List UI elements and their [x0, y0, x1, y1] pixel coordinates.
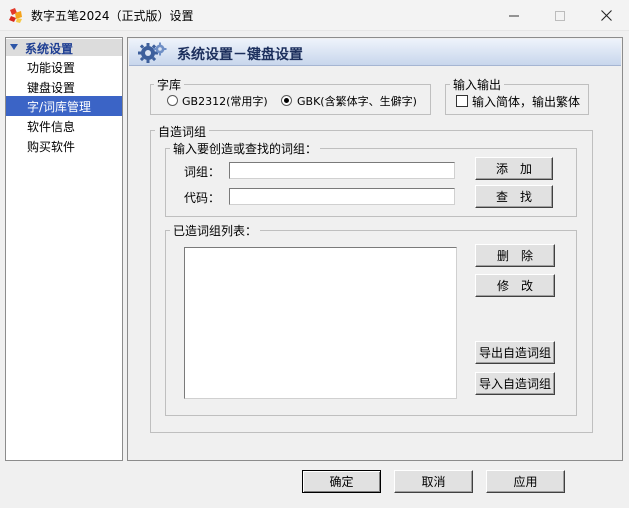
simplified-to-traditional-label[interactable]: 输入简体，输出繁体 — [472, 93, 580, 110]
nav-item-function-settings[interactable]: 功能设置 — [6, 57, 122, 77]
nav-item-label: 功能设置 — [27, 61, 76, 75]
io-group-label: 输入输出 — [450, 76, 505, 93]
close-button[interactable] — [583, 0, 629, 31]
ok-button[interactable]: 确定 — [302, 470, 381, 493]
add-button[interactable]: 添加 — [475, 157, 553, 180]
export-phrases-button[interactable]: 导出自造词组 — [475, 341, 555, 364]
title-bar: 数字五笔2024（正式版）设置 — [0, 0, 629, 31]
radio-gbk-label[interactable]: GBK(含繁体字、生僻字) — [297, 93, 417, 109]
window-title: 数字五笔2024（正式版）设置 — [31, 9, 194, 23]
charset-group-label: 字库 — [154, 76, 185, 93]
nav-item-dictionary-management[interactable]: 字/词库管理 — [6, 96, 122, 116]
import-phrases-button[interactable]: 导入自造词组 — [475, 372, 555, 395]
nav-item-software-info[interactable]: 软件信息 — [6, 116, 122, 136]
radio-gb2312[interactable] — [167, 95, 178, 106]
nav-group-system-settings[interactable]: 系统设置 — [6, 39, 122, 56]
maximize-button[interactable] — [537, 0, 583, 31]
apply-button[interactable]: 应用 — [486, 470, 565, 493]
radio-gb2312-label[interactable]: GB2312(常用字) — [182, 93, 268, 109]
nav-item-label: 字/词库管理 — [27, 100, 92, 114]
code-label: 代码： — [184, 191, 221, 205]
radio-gbk[interactable] — [281, 95, 292, 106]
settings-nav-tree: 系统设置 功能设置 键盘设置 字/词库管理 软件信息 购买软件 — [5, 37, 123, 461]
panel-title: 系统设置－键盘设置 — [177, 47, 303, 63]
create-phrase-group-label: 输入要创造或查找的词组： — [170, 140, 321, 157]
minimize-button[interactable] — [491, 0, 537, 31]
modify-button[interactable]: 修改 — [475, 274, 555, 297]
maximize-icon — [555, 10, 565, 21]
cancel-button[interactable]: 取消 — [394, 470, 473, 493]
minimize-icon — [509, 15, 519, 16]
nav-item-buy-software[interactable]: 购买软件 — [6, 136, 122, 156]
nav-item-label: 键盘设置 — [27, 81, 76, 95]
close-icon — [600, 10, 612, 21]
gears-icon — [138, 42, 167, 63]
phrase-label: 词组： — [184, 165, 221, 179]
app-logo-icon — [9, 8, 22, 23]
custom-phrase-group-label: 自造词组 — [155, 123, 210, 140]
phrase-input[interactable] — [229, 162, 455, 179]
phrase-list-group-label: 已造词组列表： — [170, 222, 261, 239]
settings-panel: 系统设置－键盘设置 字库 GB2312(常用字) GBK(含繁体字、生僻字) 输… — [127, 37, 623, 461]
delete-button[interactable]: 删除 — [475, 244, 555, 267]
panel-header: 系统设置－键盘设置 — [129, 39, 621, 66]
nav-item-label: 软件信息 — [27, 120, 76, 134]
code-input[interactable] — [229, 188, 455, 205]
phrase-list[interactable] — [184, 247, 457, 399]
nav-item-keyboard-settings[interactable]: 键盘设置 — [6, 77, 122, 97]
find-button[interactable]: 查找 — [475, 185, 553, 208]
expand-arrow-icon[interactable] — [10, 44, 18, 50]
nav-group-label: 系统设置 — [25, 42, 74, 56]
nav-item-label: 购买软件 — [27, 140, 76, 154]
simplified-to-traditional-checkbox[interactable] — [456, 95, 468, 107]
